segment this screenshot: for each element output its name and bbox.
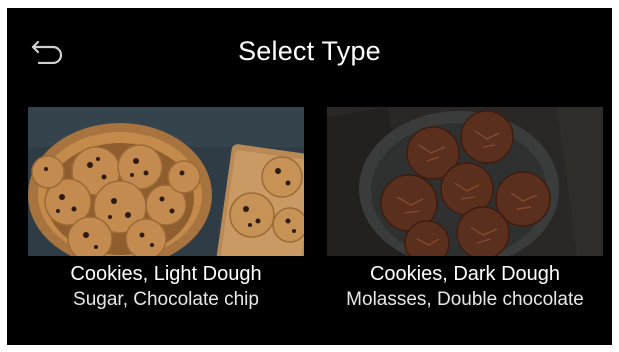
dark-cookies-photo xyxy=(327,107,603,256)
option-cookies-dark-dough[interactable]: Cookies, Dark Dough Molasses, Double cho… xyxy=(327,107,603,335)
option-name: Cookies, Dark Dough xyxy=(369,263,561,285)
select-type-screen: Select Type Cookies, Light Dough Sugar, … xyxy=(7,8,612,345)
light-cookies-photo xyxy=(28,107,304,256)
option-description: Molasses, Double chocolate xyxy=(346,289,584,310)
page-title: Select Type xyxy=(238,36,381,66)
option-name: Cookies, Light Dough xyxy=(70,263,262,285)
option-description: Sugar, Chocolate chip xyxy=(73,289,259,310)
option-cookies-light-dough[interactable]: Cookies, Light Dough Sugar, Chocolate ch… xyxy=(28,107,304,335)
